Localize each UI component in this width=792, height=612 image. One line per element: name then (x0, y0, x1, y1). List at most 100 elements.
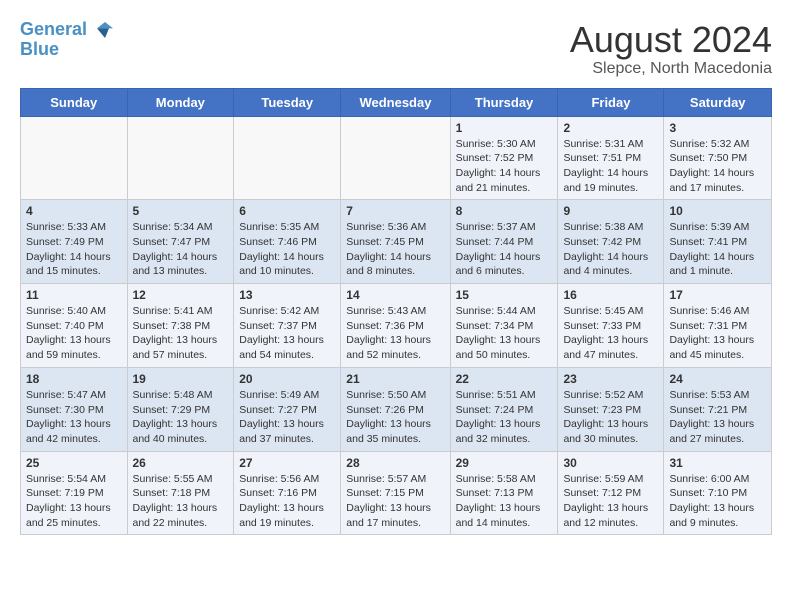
day-number: 17 (669, 288, 766, 302)
day-info: Sunrise: 5:39 AM Sunset: 7:41 PM Dayligh… (669, 220, 766, 279)
day-info: Sunrise: 5:36 AM Sunset: 7:45 PM Dayligh… (346, 220, 444, 279)
month-year-title: August 2024 (570, 20, 772, 60)
calendar-cell (127, 116, 234, 200)
day-info: Sunrise: 5:41 AM Sunset: 7:38 PM Dayligh… (133, 304, 229, 363)
day-info: Sunrise: 5:46 AM Sunset: 7:31 PM Dayligh… (669, 304, 766, 363)
day-number: 19 (133, 372, 229, 386)
day-info: Sunrise: 5:55 AM Sunset: 7:18 PM Dayligh… (133, 472, 229, 531)
day-header-friday: Friday (558, 88, 664, 116)
day-number: 27 (239, 456, 335, 470)
calendar-cell (341, 116, 450, 200)
calendar-cell: 3 Sunrise: 5:32 AM Sunset: 7:50 PM Daylig… (664, 116, 772, 200)
calendar-cell: 19Sunrise: 5:48 AM Sunset: 7:29 PM Dayli… (127, 367, 234, 451)
day-number: 26 (133, 456, 229, 470)
calendar-cell: 8 Sunrise: 5:37 AM Sunset: 7:44 PM Daylig… (450, 200, 558, 284)
day-info: Sunrise: 5:44 AM Sunset: 7:34 PM Dayligh… (456, 304, 553, 363)
logo-text-line2: Blue (20, 40, 113, 60)
day-number: 31 (669, 456, 766, 470)
calendar-cell: 31 Sunrise: 6:00 AM Sunset: 7:10 PM Dayli… (664, 451, 772, 535)
day-info: Sunrise: 5:38 AM Sunset: 7:42 PM Dayligh… (563, 220, 658, 279)
calendar-cell: 25 Sunrise: 5:54 AM Sunset: 7:19 PM Dayli… (21, 451, 128, 535)
calendar-cell: 16 Sunrise: 5:45 AM Sunset: 7:33 PM Dayli… (558, 284, 664, 368)
logo-text-line1: General (20, 20, 87, 40)
calendar-cell: 5 Sunrise: 5:34 AM Sunset: 7:47 PM Daylig… (127, 200, 234, 284)
calendar-week-row: 18Sunrise: 5:47 AM Sunset: 7:30 PM Dayli… (21, 367, 772, 451)
day-number: 2 (563, 121, 658, 135)
logo-bird-icon (89, 20, 113, 40)
calendar-cell: 26 Sunrise: 5:55 AM Sunset: 7:18 PM Dayli… (127, 451, 234, 535)
day-header-thursday: Thursday (450, 88, 558, 116)
calendar-cell: 9 Sunrise: 5:38 AM Sunset: 7:42 PM Daylig… (558, 200, 664, 284)
day-header-saturday: Saturday (664, 88, 772, 116)
calendar-cell: 7 Sunrise: 5:36 AM Sunset: 7:45 PM Daylig… (341, 200, 450, 284)
day-info: Sunrise: 5:51 AM Sunset: 7:24 PM Dayligh… (456, 388, 553, 447)
calendar-week-row: 11Sunrise: 5:40 AM Sunset: 7:40 PM Dayli… (21, 284, 772, 368)
calendar-cell: 15 Sunrise: 5:44 AM Sunset: 7:34 PM Dayli… (450, 284, 558, 368)
day-number: 13 (239, 288, 335, 302)
calendar-week-row: 25 Sunrise: 5:54 AM Sunset: 7:19 PM Dayli… (21, 451, 772, 535)
day-info: Sunrise: 5:54 AM Sunset: 7:19 PM Dayligh… (26, 472, 122, 531)
calendar-header-row: SundayMondayTuesdayWednesdayThursdayFrid… (21, 88, 772, 116)
day-number: 22 (456, 372, 553, 386)
calendar-cell: 24 Sunrise: 5:53 AM Sunset: 7:21 PM Dayli… (664, 367, 772, 451)
day-number: 20 (239, 372, 335, 386)
day-number: 9 (563, 204, 658, 218)
day-number: 16 (563, 288, 658, 302)
day-info: Sunrise: 5:57 AM Sunset: 7:15 PM Dayligh… (346, 472, 444, 531)
day-number: 3 (669, 121, 766, 135)
calendar-cell: 4 Sunrise: 5:33 AM Sunset: 7:49 PM Daylig… (21, 200, 128, 284)
day-number: 5 (133, 204, 229, 218)
calendar-cell: 28Sunrise: 5:57 AM Sunset: 7:15 PM Dayli… (341, 451, 450, 535)
day-number: 10 (669, 204, 766, 218)
calendar-cell: 2 Sunrise: 5:31 AM Sunset: 7:51 PM Daylig… (558, 116, 664, 200)
day-info: Sunrise: 5:34 AM Sunset: 7:47 PM Dayligh… (133, 220, 229, 279)
calendar-cell: 17 Sunrise: 5:46 AM Sunset: 7:31 PM Dayli… (664, 284, 772, 368)
calendar-cell: 20 Sunrise: 5:49 AM Sunset: 7:27 PM Dayli… (234, 367, 341, 451)
calendar-cell: 30 Sunrise: 5:59 AM Sunset: 7:12 PM Dayli… (558, 451, 664, 535)
calendar-cell: 14Sunrise: 5:43 AM Sunset: 7:36 PM Dayli… (341, 284, 450, 368)
day-info: Sunrise: 5:32 AM Sunset: 7:50 PM Dayligh… (669, 137, 766, 196)
day-info: Sunrise: 5:30 AM Sunset: 7:52 PM Dayligh… (456, 137, 553, 196)
day-number: 30 (563, 456, 658, 470)
day-number: 1 (456, 121, 553, 135)
calendar-table: SundayMondayTuesdayWednesdayThursdayFrid… (20, 88, 772, 536)
location-subtitle: Slepce, North Macedonia (570, 60, 772, 78)
day-info: Sunrise: 5:35 AM Sunset: 7:46 PM Dayligh… (239, 220, 335, 279)
calendar-cell: 27Sunrise: 5:56 AM Sunset: 7:16 PM Dayli… (234, 451, 341, 535)
day-number: 14 (346, 288, 444, 302)
day-number: 4 (26, 204, 122, 218)
day-number: 18 (26, 372, 122, 386)
day-info: Sunrise: 5:31 AM Sunset: 7:51 PM Dayligh… (563, 137, 658, 196)
calendar-cell: 22 Sunrise: 5:51 AM Sunset: 7:24 PM Dayli… (450, 367, 558, 451)
day-number: 7 (346, 204, 444, 218)
day-info: Sunrise: 5:49 AM Sunset: 7:27 PM Dayligh… (239, 388, 335, 447)
calendar-cell: 21Sunrise: 5:50 AM Sunset: 7:26 PM Dayli… (341, 367, 450, 451)
calendar-cell: 10 Sunrise: 5:39 AM Sunset: 7:41 PM Dayli… (664, 200, 772, 284)
calendar-cell (21, 116, 128, 200)
day-info: Sunrise: 5:37 AM Sunset: 7:44 PM Dayligh… (456, 220, 553, 279)
day-info: Sunrise: 5:42 AM Sunset: 7:37 PM Dayligh… (239, 304, 335, 363)
day-number: 24 (669, 372, 766, 386)
title-block: August 2024 Slepce, North Macedonia (570, 20, 772, 78)
calendar-cell: 1 Sunrise: 5:30 AM Sunset: 7:52 PM Daylig… (450, 116, 558, 200)
day-info: Sunrise: 5:33 AM Sunset: 7:49 PM Dayligh… (26, 220, 122, 279)
day-info: Sunrise: 5:53 AM Sunset: 7:21 PM Dayligh… (669, 388, 766, 447)
calendar-cell: 29Sunrise: 5:58 AM Sunset: 7:13 PM Dayli… (450, 451, 558, 535)
day-info: Sunrise: 5:58 AM Sunset: 7:13 PM Dayligh… (456, 472, 553, 531)
calendar-cell: 18Sunrise: 5:47 AM Sunset: 7:30 PM Dayli… (21, 367, 128, 451)
day-info: Sunrise: 6:00 AM Sunset: 7:10 PM Dayligh… (669, 472, 766, 531)
day-info: Sunrise: 5:45 AM Sunset: 7:33 PM Dayligh… (563, 304, 658, 363)
calendar-cell: 23 Sunrise: 5:52 AM Sunset: 7:23 PM Dayli… (558, 367, 664, 451)
day-number: 23 (563, 372, 658, 386)
day-number: 21 (346, 372, 444, 386)
day-info: Sunrise: 5:59 AM Sunset: 7:12 PM Dayligh… (563, 472, 658, 531)
calendar-cell (234, 116, 341, 200)
header: General Blue August 2024 Slepce, North M… (20, 20, 772, 78)
day-number: 25 (26, 456, 122, 470)
day-number: 15 (456, 288, 553, 302)
calendar-cell: 11Sunrise: 5:40 AM Sunset: 7:40 PM Dayli… (21, 284, 128, 368)
calendar-cell: 12Sunrise: 5:41 AM Sunset: 7:38 PM Dayli… (127, 284, 234, 368)
day-number: 8 (456, 204, 553, 218)
day-info: Sunrise: 5:52 AM Sunset: 7:23 PM Dayligh… (563, 388, 658, 447)
calendar-cell: 13 Sunrise: 5:42 AM Sunset: 7:37 PM Dayli… (234, 284, 341, 368)
